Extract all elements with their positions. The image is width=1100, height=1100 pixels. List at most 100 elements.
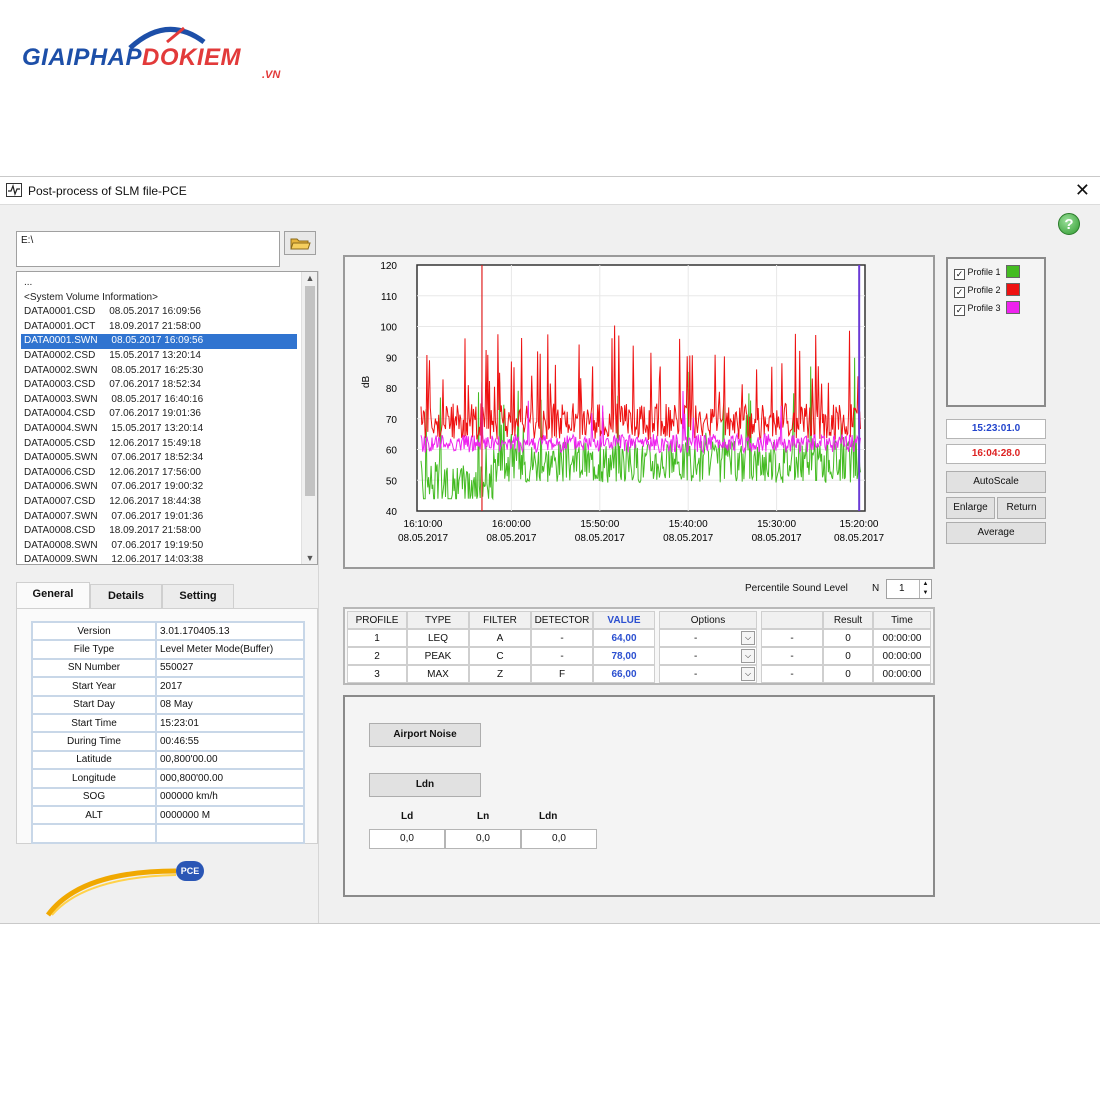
file-list-scrollbar[interactable]: ▲ ▼ xyxy=(301,272,317,564)
file-list-item[interactable]: <System Volume Information> xyxy=(21,291,297,306)
info-key: Start Year xyxy=(31,676,157,697)
scroll-up-icon[interactable]: ▲ xyxy=(302,273,317,283)
close-icon[interactable]: ✕ xyxy=(1075,180,1090,201)
file-list-item[interactable]: DATA0008.CSD 18.09.2017 21:58:00 xyxy=(21,524,297,539)
tab-general[interactable]: General xyxy=(16,582,90,609)
file-list-item[interactable]: DATA0007.CSD 12.06.2017 18:44:38 xyxy=(21,495,297,510)
average-button[interactable]: Average xyxy=(946,522,1046,544)
file-list-item[interactable]: DATA0006.SWN 07.06.2017 19:00:32 xyxy=(21,480,297,495)
spin-arrows-icon[interactable]: ▲ ▼ xyxy=(919,580,931,598)
scrollbar-thumb[interactable] xyxy=(305,286,315,496)
option-cell-text: - xyxy=(790,651,794,662)
end-time-field[interactable]: 16:04:28.0 xyxy=(946,444,1046,464)
info-key: ALT xyxy=(31,804,157,826)
file-list-item[interactable]: DATA0003.CSD 07.06.2017 18:52:34 xyxy=(21,378,297,393)
options-dropdown[interactable]: - ⌵ xyxy=(659,665,757,683)
result-cell: 0 xyxy=(823,647,873,665)
sound-level-chart[interactable]: 120 110 100 90 80 70 60 50 40 dB 16:10:00 08.05.201… xyxy=(345,257,933,567)
type-cell-text: LEQ xyxy=(427,633,448,644)
info-value: 000000 km/h xyxy=(155,786,305,807)
info-row: SOG 000000 km/h xyxy=(31,786,305,807)
chevron-down-icon[interactable]: ⌵ xyxy=(741,667,755,681)
column-header: Result xyxy=(823,611,873,629)
column-header-text: FILTER xyxy=(483,615,517,626)
info-value: 550027 xyxy=(155,657,305,679)
airport-noise-panel: Airport Noise Ldn Ld Ln Ldn 0,0 0,0 0,0 xyxy=(343,695,935,897)
file-list-item[interactable]: DATA0004.CSD 07.06.2017 19:01:36 xyxy=(21,407,297,422)
file-list[interactable]: ... <System Volume Information> DATA0001.C… xyxy=(16,271,318,565)
file-list-item[interactable]: DATA0001.SWN 08.05.2017 16:09:56 xyxy=(21,334,297,349)
legend-profile-2[interactable]: ✓ Profile 2 xyxy=(954,283,1021,298)
result-cell-text: 0 xyxy=(845,651,851,662)
ln-value: 0,0 xyxy=(445,829,521,849)
info-key: Latitude xyxy=(31,749,157,771)
file-list-item[interactable]: DATA0001.OCT 18.09.2017 21:58:00 xyxy=(21,320,297,335)
detector-cell-text: - xyxy=(560,651,564,662)
legend-profile-1[interactable]: ✓ Profile 1 xyxy=(954,265,1021,280)
ld-value: 0,0 xyxy=(369,829,445,849)
result-cell-text: 0 xyxy=(845,669,851,680)
ld-label: Ld xyxy=(401,811,414,822)
tab-details[interactable]: Details xyxy=(90,584,162,608)
legend-profile-3[interactable]: ✓ Profile 3 xyxy=(954,301,1021,316)
info-key xyxy=(31,823,157,844)
tab-setting[interactable]: Setting xyxy=(162,584,234,608)
ldn-button[interactable]: Ldn xyxy=(369,773,481,797)
checkbox-icon[interactable]: ✓ xyxy=(954,269,965,280)
checkbox-icon[interactable]: ✓ xyxy=(954,305,965,316)
x-tick-date: 08.05.2017 xyxy=(575,533,625,544)
return-button[interactable]: Return xyxy=(997,497,1046,519)
info-key: Start Time xyxy=(31,712,157,734)
logo-text-red: DOKIEM xyxy=(142,44,242,71)
ldn-value: 0,0 xyxy=(521,829,597,849)
airport-noise-button[interactable]: Airport Noise xyxy=(369,723,481,747)
info-key: Start Day xyxy=(31,694,157,715)
file-list-item[interactable]: DATA0007.SWN 07.06.2017 19:01:36 xyxy=(21,510,297,525)
type-cell: LEQ xyxy=(407,629,469,647)
legend-label: Profile 2 xyxy=(967,285,1001,295)
enlarge-button[interactable]: Enlarge xyxy=(946,497,995,519)
chevron-down-icon[interactable]: ⌵ xyxy=(741,631,755,645)
column-header-text: VALUE xyxy=(607,615,641,626)
profile-cell-text: 2 xyxy=(374,651,380,662)
options-dropdown[interactable]: - ⌵ xyxy=(659,629,757,647)
info-value: 2017 xyxy=(155,676,305,697)
info-value: 08 May xyxy=(155,694,305,715)
value-cell-text: 64,00 xyxy=(611,633,637,644)
percentile-label: Percentile Sound Level xyxy=(745,583,848,594)
file-list-item[interactable]: DATA0002.CSD 15.05.2017 13:20:14 xyxy=(21,349,297,364)
path-field[interactable]: E:\ xyxy=(16,231,280,267)
file-list-item[interactable]: DATA0008.SWN 07.06.2017 19:19:50 xyxy=(21,539,297,554)
percentile-n-stepper[interactable]: 1 ▲ ▼ xyxy=(886,579,932,599)
file-list-item[interactable]: ... xyxy=(21,276,297,291)
info-tabs: General Details Setting xyxy=(16,582,316,609)
file-list-item[interactable]: DATA0009.SWN 12.06.2017 14:03:38 xyxy=(21,553,297,564)
profile-cell: 2 xyxy=(347,647,407,665)
options-dropdown-text: - xyxy=(694,669,698,680)
detector-cell-text: - xyxy=(560,633,564,644)
checkbox-icon[interactable]: ✓ xyxy=(954,287,965,298)
info-row: Start Year 2017 xyxy=(31,676,305,697)
autoscale-button[interactable]: AutoScale xyxy=(946,471,1046,493)
time-cell: 00:00:00 xyxy=(873,665,931,683)
file-list-item[interactable]: DATA0001.CSD 08.05.2017 16:09:56 xyxy=(21,305,297,320)
file-list-item[interactable]: DATA0006.CSD 12.06.2017 17:56:00 xyxy=(21,466,297,481)
info-value: 00:46:55 xyxy=(155,731,305,752)
file-list-item[interactable]: DATA0003.SWN 08.05.2017 16:40:16 xyxy=(21,393,297,408)
file-list-item[interactable]: DATA0004.SWN 15.05.2017 13:20:14 xyxy=(21,422,297,437)
open-folder-button[interactable] xyxy=(284,231,316,255)
help-button[interactable]: ? xyxy=(1058,213,1080,235)
column-header-text: TYPE xyxy=(424,615,452,626)
type-cell-text: PEAK xyxy=(424,651,452,662)
options-dropdown-text: - xyxy=(694,633,698,644)
file-list-item[interactable]: DATA0005.CSD 12.06.2017 15:49:18 xyxy=(21,437,297,452)
profile-cell: 1 xyxy=(347,629,407,647)
options-dropdown[interactable]: - ⌵ xyxy=(659,647,757,665)
scroll-down-icon[interactable]: ▼ xyxy=(302,553,317,563)
file-list-item[interactable]: DATA0005.SWN 07.06.2017 18:52:34 xyxy=(21,451,297,466)
x-tick-time: 15:30:00 xyxy=(757,519,796,530)
chevron-down-icon[interactable]: ⌵ xyxy=(741,649,755,663)
file-list-item[interactable]: DATA0002.SWN 08.05.2017 16:25:30 xyxy=(21,364,297,379)
info-key: SN Number xyxy=(31,657,157,679)
start-time-field[interactable]: 15:23:01.0 xyxy=(946,419,1046,439)
